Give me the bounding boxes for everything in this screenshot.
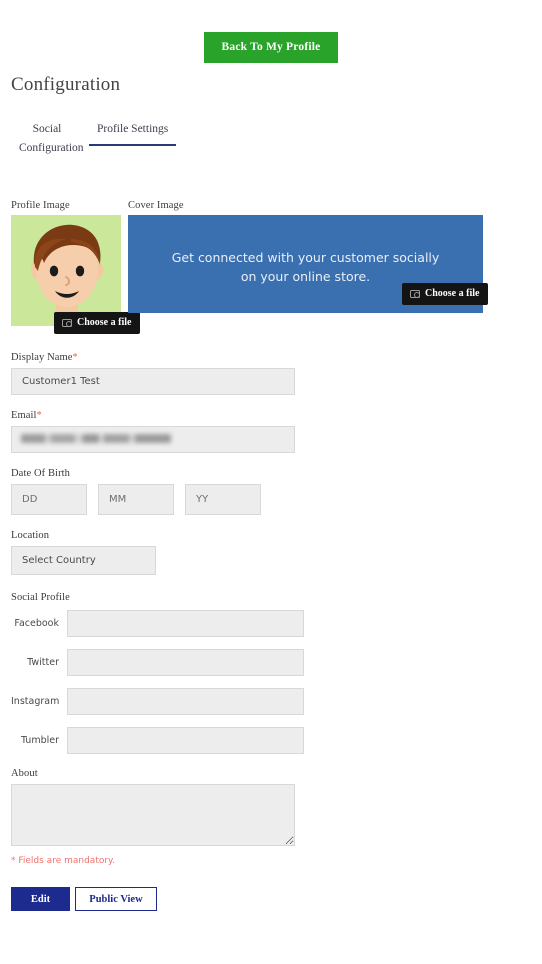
date-of-birth-inputs xyxy=(11,484,311,515)
form-action-buttons: Edit Public View xyxy=(11,887,311,911)
instagram-input[interactable] xyxy=(67,688,304,715)
social-row-instagram: Instagram xyxy=(11,688,311,715)
profile-image-preview xyxy=(11,215,121,326)
social-row-tumbler: Tumbler xyxy=(11,727,311,754)
cover-image-text: Get connected with your customer sociall… xyxy=(128,248,483,286)
cover-text-line-1: Get connected with your customer sociall… xyxy=(171,250,440,266)
twitter-input[interactable] xyxy=(67,649,304,676)
instagram-label: Instagram xyxy=(11,696,60,707)
back-to-profile-button-container: Back To My Profile xyxy=(0,32,542,63)
required-asterisk: * xyxy=(72,352,78,363)
about-group: About xyxy=(11,768,311,846)
mandatory-fields-note: * Fields are mandatory. xyxy=(11,856,115,866)
display-name-label-text: Display Name xyxy=(11,352,73,363)
cover-image-label: Cover Image xyxy=(128,200,184,211)
back-to-my-profile-button[interactable]: Back To My Profile xyxy=(203,32,339,63)
tumbler-input[interactable] xyxy=(67,727,304,754)
public-view-button[interactable]: Public View xyxy=(75,887,157,911)
social-row-facebook: Facebook xyxy=(11,610,311,637)
tumbler-label: Tumbler xyxy=(20,735,59,746)
facebook-label: Facebook xyxy=(14,618,59,629)
social-profile-label: Social Profile xyxy=(11,592,70,603)
email-group: Email* xyxy=(11,410,311,453)
tab-profile-settings[interactable]: Profile Settings xyxy=(89,120,177,146)
display-name-input[interactable] xyxy=(11,368,295,395)
dob-year-input[interactable] xyxy=(185,484,261,515)
email-input-wrapper xyxy=(11,426,295,453)
about-textarea[interactable] xyxy=(11,784,295,846)
cover-choose-file-label: Choose a file xyxy=(425,288,480,299)
display-name-label: Display Name* xyxy=(11,352,311,363)
email-input[interactable] xyxy=(11,426,295,453)
social-row-twitter: Twitter xyxy=(11,649,311,676)
profile-image-block: Profile Image Choose a file xyxy=(11,200,141,334)
camera-icon xyxy=(410,289,420,298)
edit-button[interactable]: Edit xyxy=(11,887,70,911)
dob-day-input[interactable] xyxy=(11,484,87,515)
camera-icon xyxy=(62,318,72,327)
cover-choose-file-button[interactable]: Choose a file xyxy=(402,283,489,305)
dob-month-input[interactable] xyxy=(98,484,174,515)
location-group: Location Select Country xyxy=(11,530,311,575)
page-title: Configuration xyxy=(11,74,121,95)
profile-choose-file-button[interactable]: Choose a file xyxy=(54,312,141,334)
facebook-input[interactable] xyxy=(67,610,304,637)
email-label-text: Email xyxy=(11,410,37,421)
social-profile-group: Social Profile Facebook Twitter Instagra… xyxy=(11,592,311,754)
display-name-group: Display Name* xyxy=(11,352,311,395)
profile-choose-file-label: Choose a file xyxy=(77,317,132,328)
twitter-label: Twitter xyxy=(27,657,59,668)
profile-settings-form: Display Name* Email* Date Of Birth Locat… xyxy=(11,352,311,911)
email-label: Email* xyxy=(11,410,311,421)
tab-social-configuration[interactable]: Social Configuration xyxy=(11,120,84,165)
required-asterisk: * xyxy=(36,410,42,421)
about-label: About xyxy=(11,768,38,779)
avatar-illustration-icon xyxy=(11,215,121,326)
profile-image-label: Profile Image xyxy=(11,200,70,211)
location-label: Location xyxy=(11,530,50,541)
date-of-birth-label: Date Of Birth xyxy=(11,468,71,479)
country-select[interactable]: Select Country xyxy=(11,546,156,575)
date-of-birth-group: Date Of Birth xyxy=(11,468,311,515)
settings-tabs: Social Configuration Profile Settings xyxy=(11,120,341,165)
cover-image-block: Cover Image Get connected with your cust… xyxy=(128,200,489,313)
